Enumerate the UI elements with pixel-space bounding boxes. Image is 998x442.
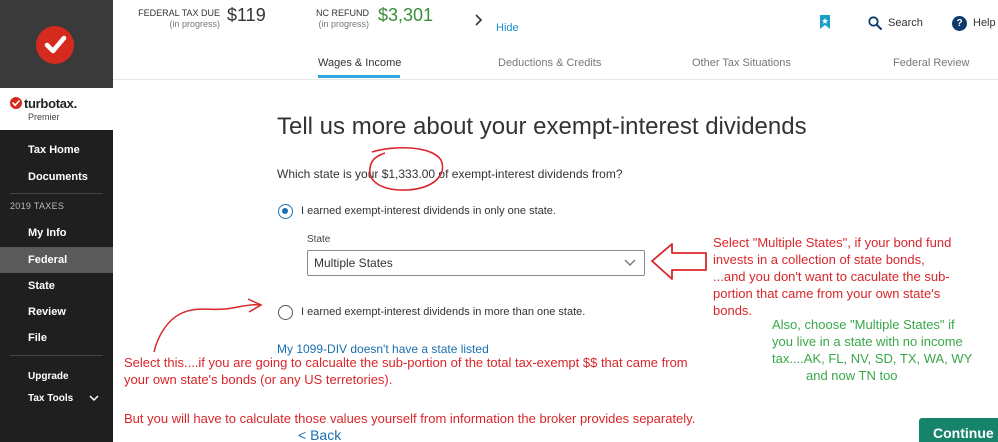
amount-circle-mark [369, 147, 444, 191]
curved-arrow-mark [153, 304, 261, 353]
arrow-left-mark [651, 243, 707, 280]
annotation-drawings [153, 147, 707, 353]
app-window: turbotax. Premier Tax Home Documents 201… [0, 0, 998, 442]
